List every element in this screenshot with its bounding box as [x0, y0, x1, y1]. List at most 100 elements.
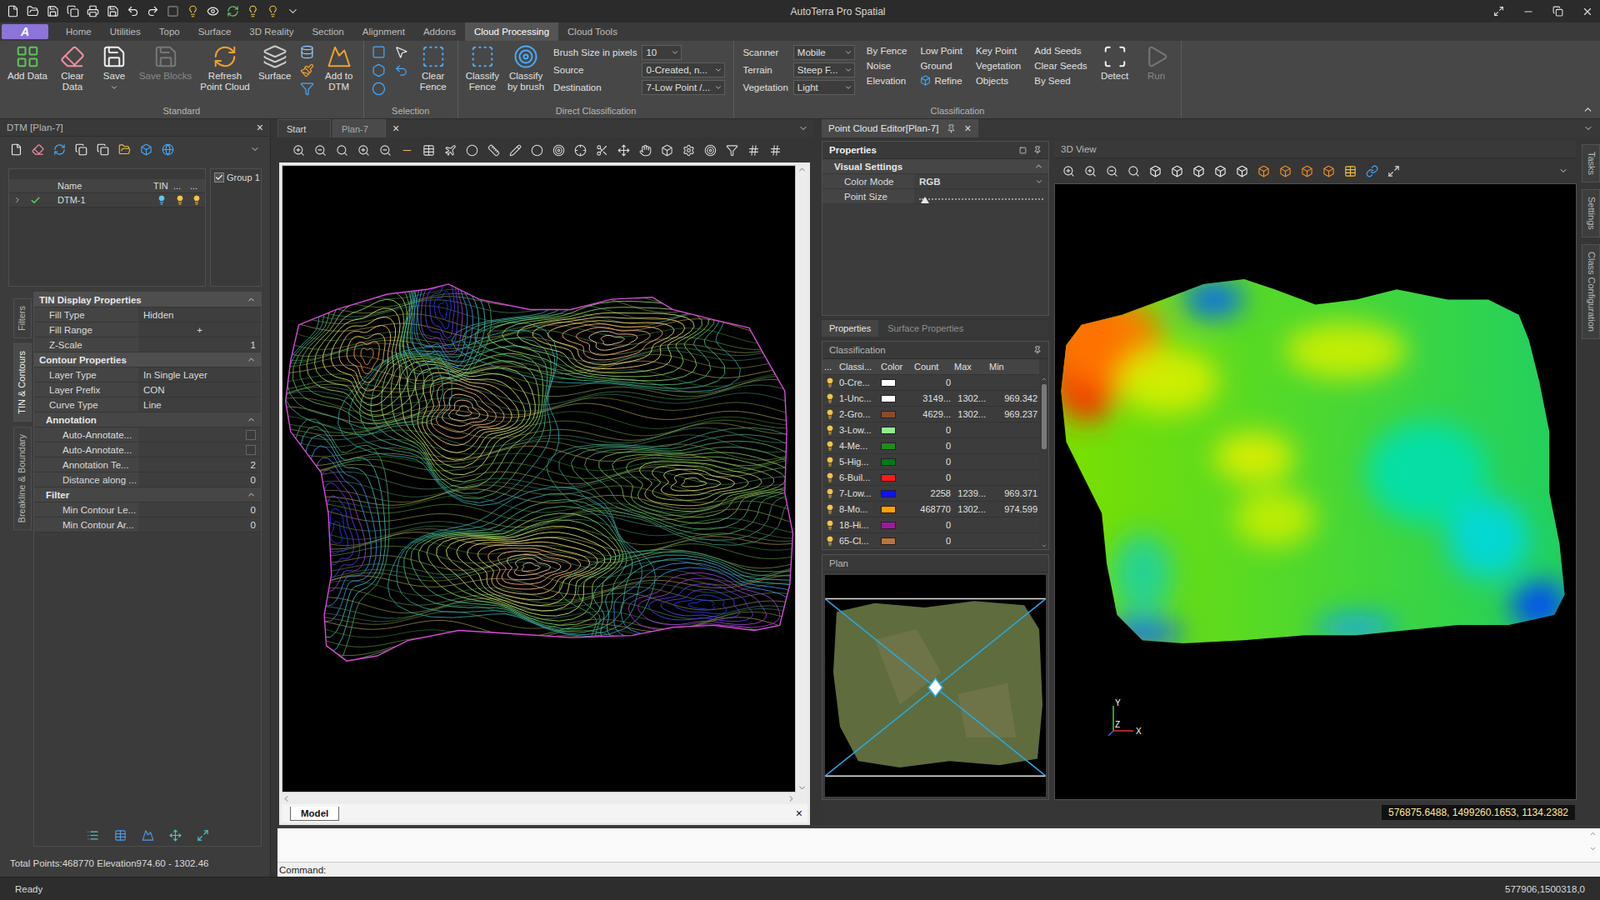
- text-button[interactable]: Noise: [866, 60, 908, 71]
- pin-icon[interactable]: [1033, 345, 1042, 355]
- zoom-in-icon[interactable]: [292, 144, 305, 157]
- save-icon[interactable]: [46, 5, 60, 18]
- class-row[interactable]: 3-Low...0: [822, 422, 1040, 439]
- minimize-icon[interactable]: [1522, 5, 1535, 18]
- eye-icon[interactable]: [206, 5, 220, 18]
- ribbon-button[interactable]: ClearData: [53, 43, 92, 93]
- cut-icon[interactable]: [595, 144, 609, 157]
- redo-icon[interactable]: [146, 5, 160, 18]
- draw-icon[interactable]: [509, 144, 522, 157]
- property-value[interactable]: 1: [138, 337, 261, 352]
- ribbon-tab[interactable]: Home: [56, 22, 101, 41]
- ribbon-tab[interactable]: Alignment: [353, 22, 415, 41]
- extents-icon[interactable]: [196, 829, 210, 842]
- pin-icon[interactable]: [1033, 145, 1042, 155]
- side-tab[interactable]: TIN & Contours: [13, 343, 32, 422]
- property-value[interactable]: [138, 427, 261, 442]
- model-tab[interactable]: Model: [290, 806, 340, 821]
- move-icon[interactable]: [617, 144, 630, 157]
- tab-list-icon[interactable]: [1583, 123, 1594, 134]
- ribbon-button[interactable]: Surface: [255, 43, 295, 83]
- view-right-icon[interactable]: [1214, 165, 1227, 178]
- ribbon-tab[interactable]: Utilities: [100, 22, 150, 41]
- visibility-bulb-icon[interactable]: [825, 535, 835, 546]
- command-input[interactable]: Command:: [277, 861, 1600, 877]
- zoom-out-icon[interactable]: [314, 144, 327, 157]
- iso-sw-icon[interactable]: [1322, 165, 1335, 178]
- class-row[interactable]: 8-Mo...4687701302...974.599: [822, 501, 1040, 518]
- visibility-bulb-icon[interactable]: [825, 472, 835, 483]
- zoom-in-icon[interactable]: [1062, 165, 1075, 178]
- open-icon[interactable]: [118, 143, 131, 156]
- scroll-thumb[interactable]: [1041, 384, 1047, 450]
- zoom-out-icon[interactable]: [1105, 165, 1119, 178]
- class-color-swatch[interactable]: [880, 458, 896, 466]
- new-icon[interactable]: [10, 143, 23, 156]
- class-color-swatch[interactable]: [880, 379, 896, 387]
- scroll-up-icon[interactable]: [1040, 375, 1048, 383]
- class-color-swatch[interactable]: [880, 537, 896, 545]
- view-top-icon[interactable]: [1149, 165, 1162, 178]
- refresh-icon[interactable]: [226, 5, 240, 18]
- text-button[interactable]: Vegetation: [975, 60, 1021, 71]
- document-tab[interactable]: Start: [277, 119, 331, 138]
- text-button[interactable]: Objects: [975, 75, 1021, 86]
- class-color-swatch[interactable]: [880, 410, 896, 419]
- section-header[interactable]: Filter: [34, 487, 261, 503]
- text-button[interactable]: Key Point: [975, 45, 1021, 56]
- property-value[interactable]: +: [138, 322, 261, 337]
- visibility-bulb-icon[interactable]: [825, 488, 835, 499]
- ribbon-button[interactable]: Add Data: [5, 43, 50, 83]
- side-tab[interactable]: Breakline & Boundary: [13, 426, 32, 530]
- table-scrollbar[interactable]: [1039, 359, 1049, 550]
- class-row[interactable]: 5-Hig...0: [822, 454, 1040, 470]
- class-row[interactable]: 1-Unc...3149...1302...969.342: [822, 390, 1040, 407]
- text-button[interactable]: By Seed: [1034, 75, 1087, 86]
- class-color-swatch[interactable]: [880, 474, 896, 482]
- undo-selection-icon[interactable]: [394, 63, 409, 78]
- visibility-bulb-icon[interactable]: [825, 504, 835, 515]
- pan-icon[interactable]: [639, 144, 652, 157]
- ribbon-button[interactable]: Detect: [1095, 43, 1135, 83]
- dropdown-field[interactable]: Steep F...: [793, 62, 855, 78]
- crosshair-icon[interactable]: [574, 144, 587, 157]
- layers-db-icon[interactable]: [300, 45, 315, 60]
- visibility-bulb-icon[interactable]: [825, 409, 835, 420]
- zoom-in-more-icon[interactable]: [1084, 165, 1097, 178]
- target-icon[interactable]: [552, 144, 565, 157]
- dropdown-arrow-icon[interactable]: [110, 83, 119, 92]
- zoom-window-icon[interactable]: [335, 144, 349, 157]
- more-icon[interactable]: [1558, 165, 1569, 176]
- view-front-icon[interactable]: [1235, 165, 1249, 178]
- dropdown-field[interactable]: 10: [641, 45, 682, 60]
- visibility-bulb-icon[interactable]: [825, 425, 835, 435]
- property-value[interactable]: CON: [138, 382, 261, 397]
- save-as-icon[interactable]: [106, 5, 120, 18]
- side-tab[interactable]: Class Configuration: [1581, 244, 1600, 340]
- editor-tab[interactable]: Point Cloud Editor[Plan-7]×: [821, 119, 979, 138]
- layer-bar-icon[interactable]: [400, 144, 414, 157]
- zoom-fit-icon[interactable]: [1127, 165, 1140, 178]
- restore-icon[interactable]: [1552, 5, 1564, 17]
- tab-list-icon[interactable]: [798, 123, 809, 134]
- visibility-bulb-icon[interactable]: [825, 440, 835, 451]
- paint-icon[interactable]: [300, 63, 315, 78]
- ribbon-button[interactable]: RefreshPoint Cloud: [197, 43, 252, 93]
- scroll-down-icon[interactable]: [1040, 542, 1048, 550]
- undo-icon[interactable]: [126, 5, 140, 18]
- class-row[interactable]: 7-Low...22581239...969.371: [822, 485, 1040, 502]
- side-tab[interactable]: Filters: [13, 298, 32, 339]
- scroll-up-icon[interactable]: [1589, 830, 1597, 838]
- scroll-up-icon[interactable]: [797, 165, 807, 175]
- class-color-swatch[interactable]: [880, 521, 896, 530]
- group-toggle[interactable]: Group 1: [210, 168, 262, 287]
- view-bottom-icon[interactable]: [1170, 165, 1184, 178]
- text-button[interactable]: Clear Seeds: [1034, 60, 1087, 71]
- ribbon-tab[interactable]: Cloud Processing: [465, 22, 559, 41]
- refresh-icon[interactable]: [53, 143, 66, 156]
- light-off-icon[interactable]: [266, 5, 280, 18]
- settings-icon[interactable]: [682, 144, 695, 157]
- close-button[interactable]: ×: [964, 122, 971, 135]
- ribbon-tab[interactable]: Addons: [414, 22, 465, 41]
- scroll-right-icon[interactable]: [786, 794, 796, 804]
